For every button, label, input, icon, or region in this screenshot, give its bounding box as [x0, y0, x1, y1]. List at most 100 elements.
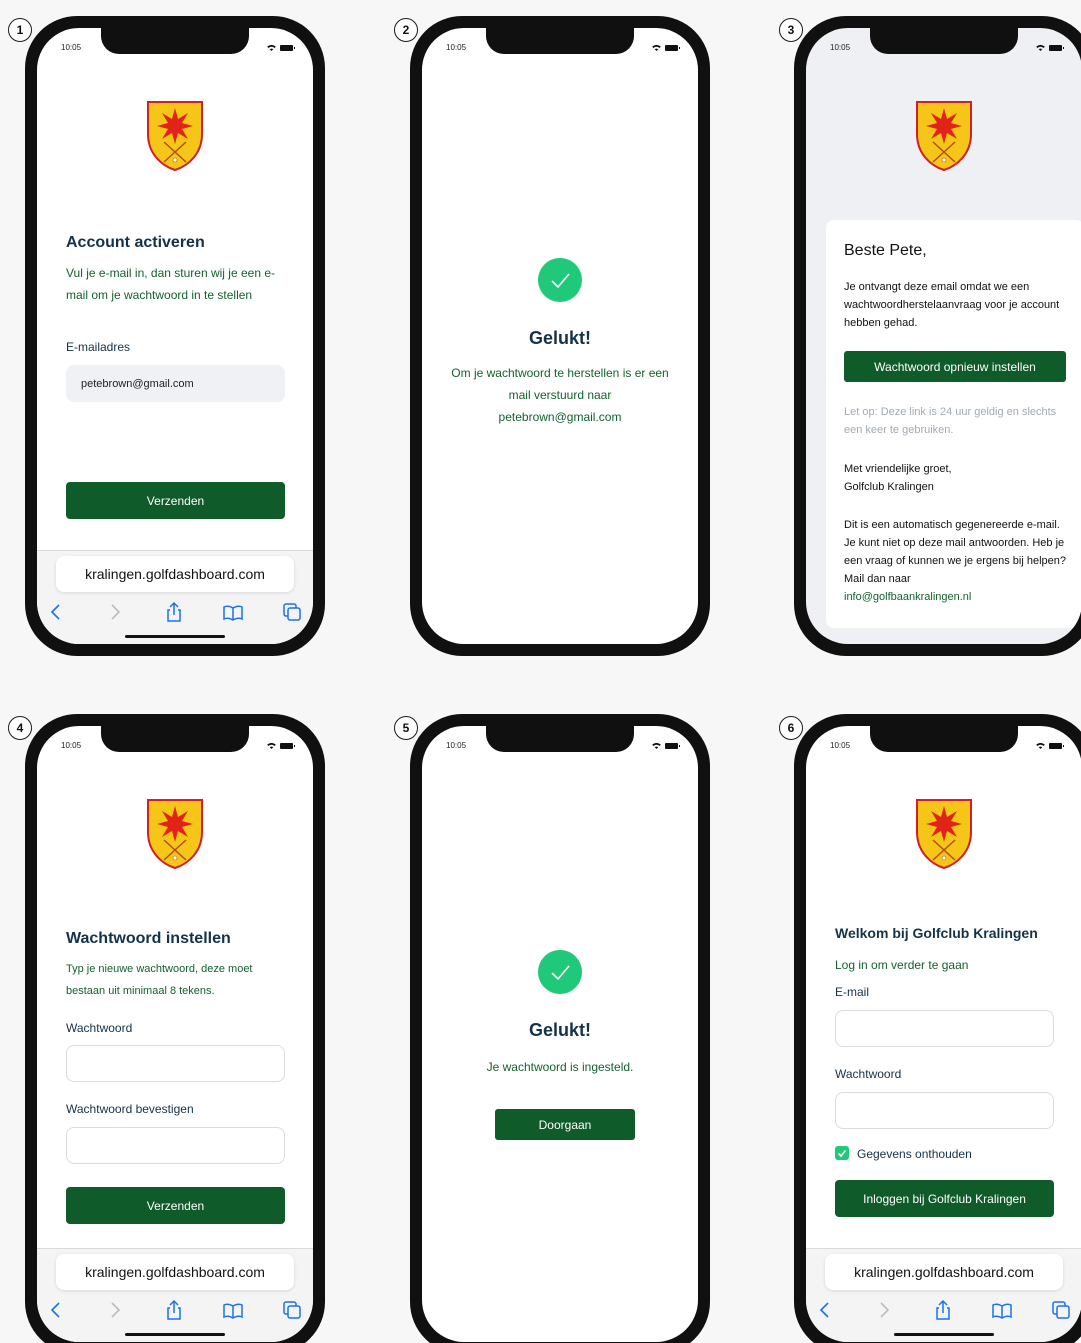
password-label: Wachtwoord — [835, 1067, 902, 1081]
bookmarks-icon[interactable] — [222, 601, 244, 623]
safari-bar: kralingen.golfdashboard.com — [806, 1248, 1081, 1342]
flow-canvas: 1 10:05 Account activeren Vul je e-mail … — [0, 0, 1081, 1343]
golfclub-logo — [146, 100, 204, 172]
password-label: Wachtwoord — [66, 1021, 133, 1035]
share-icon[interactable] — [932, 1299, 954, 1321]
notch — [101, 28, 249, 54]
safari-toolbar — [37, 601, 313, 623]
email-field[interactable] — [835, 1010, 1054, 1047]
send-button[interactable]: Verzenden — [66, 1187, 285, 1224]
email-label: E-mailadres — [66, 340, 131, 354]
email-note: Let op: Deze link is 24 uur geldig en sl… — [844, 406, 1057, 436]
page-subtitle: Log in om verder te gaan — [835, 958, 969, 972]
password-field[interactable] — [66, 1045, 285, 1082]
phone-frame: 10:05 Wachtwoord instellen Typ je nieuwe… — [25, 714, 325, 1343]
wifi-icon — [1036, 742, 1045, 749]
notch — [101, 726, 249, 752]
status-time: 10:05 — [446, 741, 467, 750]
forward-icon[interactable] — [104, 601, 126, 623]
home-indicator — [125, 635, 225, 638]
step-badge-1: 1 — [8, 18, 32, 42]
email-closing: Met vriendelijke groet, Golfclub Kraling… — [844, 460, 1068, 496]
step-badge-2: 2 — [394, 18, 418, 42]
email-field[interactable]: petebrown@gmail.com — [66, 365, 285, 402]
battery-icon — [665, 742, 680, 749]
forward-icon[interactable] — [104, 1299, 126, 1321]
battery-icon — [665, 44, 680, 51]
back-icon[interactable] — [45, 1299, 67, 1321]
url-bar[interactable]: kralingen.golfdashboard.com — [56, 556, 294, 592]
url-bar[interactable]: kralingen.golfdashboard.com — [825, 1254, 1063, 1290]
checkmark-icon — [835, 1146, 849, 1160]
success-check-icon — [538, 258, 582, 302]
safari-toolbar — [37, 1299, 313, 1321]
support-email-link[interactable]: info@golfbaankralingen.nl — [844, 588, 1068, 606]
email-footer: Dit is een automatisch gegenereerde e-ma… — [844, 516, 1068, 606]
share-icon[interactable] — [163, 601, 185, 623]
wifi-icon — [267, 44, 276, 51]
back-icon[interactable] — [45, 601, 67, 623]
golfclub-logo — [915, 100, 973, 172]
phone-frame: 10:05 Gelukt! Om je wachtwoord te herste… — [410, 16, 710, 656]
closing-signature: Golfclub Kralingen — [844, 481, 934, 493]
send-button[interactable]: Verzenden — [66, 482, 285, 519]
notch — [486, 726, 634, 752]
footer-text: Dit is een automatisch gegenereerde e-ma… — [844, 519, 1066, 585]
screen-reset-email: 10:05 Beste Pete, Je ontvangt deze email… — [806, 28, 1081, 644]
remember-checkbox[interactable] — [835, 1146, 849, 1160]
confirm-password-label: Wachtwoord bevestigen — [66, 1102, 194, 1116]
step-badge-3: 3 — [779, 18, 803, 42]
status-time: 10:05 — [61, 43, 82, 52]
status-icons — [652, 44, 680, 51]
phone-frame: 10:05 Beste Pete, Je ontvangt deze email… — [794, 16, 1081, 656]
success-message: Om je wachtwoord te herstellen is er een… — [451, 366, 669, 424]
tabs-icon[interactable] — [1050, 1299, 1072, 1321]
battery-icon — [280, 44, 295, 51]
home-indicator — [125, 1333, 225, 1336]
tabs-icon[interactable] — [281, 1299, 303, 1321]
screen-set-password: 10:05 Wachtwoord instellen Typ je nieuwe… — [37, 726, 313, 1342]
screen-account-activate: 10:05 Account activeren Vul je e-mail in… — [37, 28, 313, 644]
step-badge-4: 4 — [8, 716, 32, 740]
login-button[interactable]: Inloggen bij Golfclub Kralingen — [835, 1180, 1054, 1217]
reset-password-button[interactable]: Wachtwoord opnieuw instellen — [844, 351, 1066, 382]
wifi-icon — [267, 742, 276, 749]
notch — [870, 726, 1018, 752]
golfclub-logo — [146, 798, 204, 870]
tabs-icon[interactable] — [281, 601, 303, 623]
bookmarks-icon[interactable] — [222, 1299, 244, 1321]
success-title: Gelukt! — [528, 328, 591, 348]
email-card: Beste Pete, Je ontvangt deze email omdat… — [826, 220, 1081, 628]
success-check-icon — [538, 950, 582, 994]
bookmarks-icon[interactable] — [991, 1299, 1013, 1321]
wifi-icon — [1036, 44, 1045, 51]
battery-icon — [280, 742, 295, 749]
wifi-icon — [652, 44, 661, 51]
wifi-icon — [652, 742, 661, 749]
battery-icon — [1049, 44, 1064, 51]
status-icons — [1036, 44, 1064, 51]
remember-label[interactable]: Gegevens onthouden — [857, 1147, 972, 1161]
status-time: 10:05 — [830, 43, 851, 52]
status-icons — [267, 44, 295, 51]
status-icons — [1036, 742, 1064, 749]
status-icons — [267, 742, 295, 749]
page-title: Wachtwoord instellen — [66, 930, 231, 947]
email-intro: Je ontvangt deze email omdat we een wach… — [844, 281, 1060, 329]
page-title: Welkom bij Golfclub Kralingen — [835, 925, 1038, 941]
forward-icon[interactable] — [873, 1299, 895, 1321]
page-title: Account activeren — [66, 234, 205, 251]
safari-toolbar — [806, 1299, 1081, 1321]
notch — [870, 28, 1018, 54]
share-icon[interactable] — [163, 1299, 185, 1321]
continue-button[interactable]: Doorgaan — [495, 1109, 635, 1140]
screen-mail-sent: 10:05 Gelukt! Om je wachtwoord te herste… — [422, 28, 698, 644]
closing-line: Met vriendelijke groet, — [844, 463, 952, 475]
status-time: 10:05 — [830, 741, 851, 750]
password-field[interactable] — [835, 1092, 1054, 1129]
screen-login: 10:05 Welkom bij Golfclub Kralingen Log … — [806, 726, 1081, 1342]
back-icon[interactable] — [814, 1299, 836, 1321]
confirm-password-field[interactable] — [66, 1127, 285, 1164]
phone-frame: 10:05 Account activeren Vul je e-mail in… — [25, 16, 325, 656]
url-bar[interactable]: kralingen.golfdashboard.com — [56, 1254, 294, 1290]
